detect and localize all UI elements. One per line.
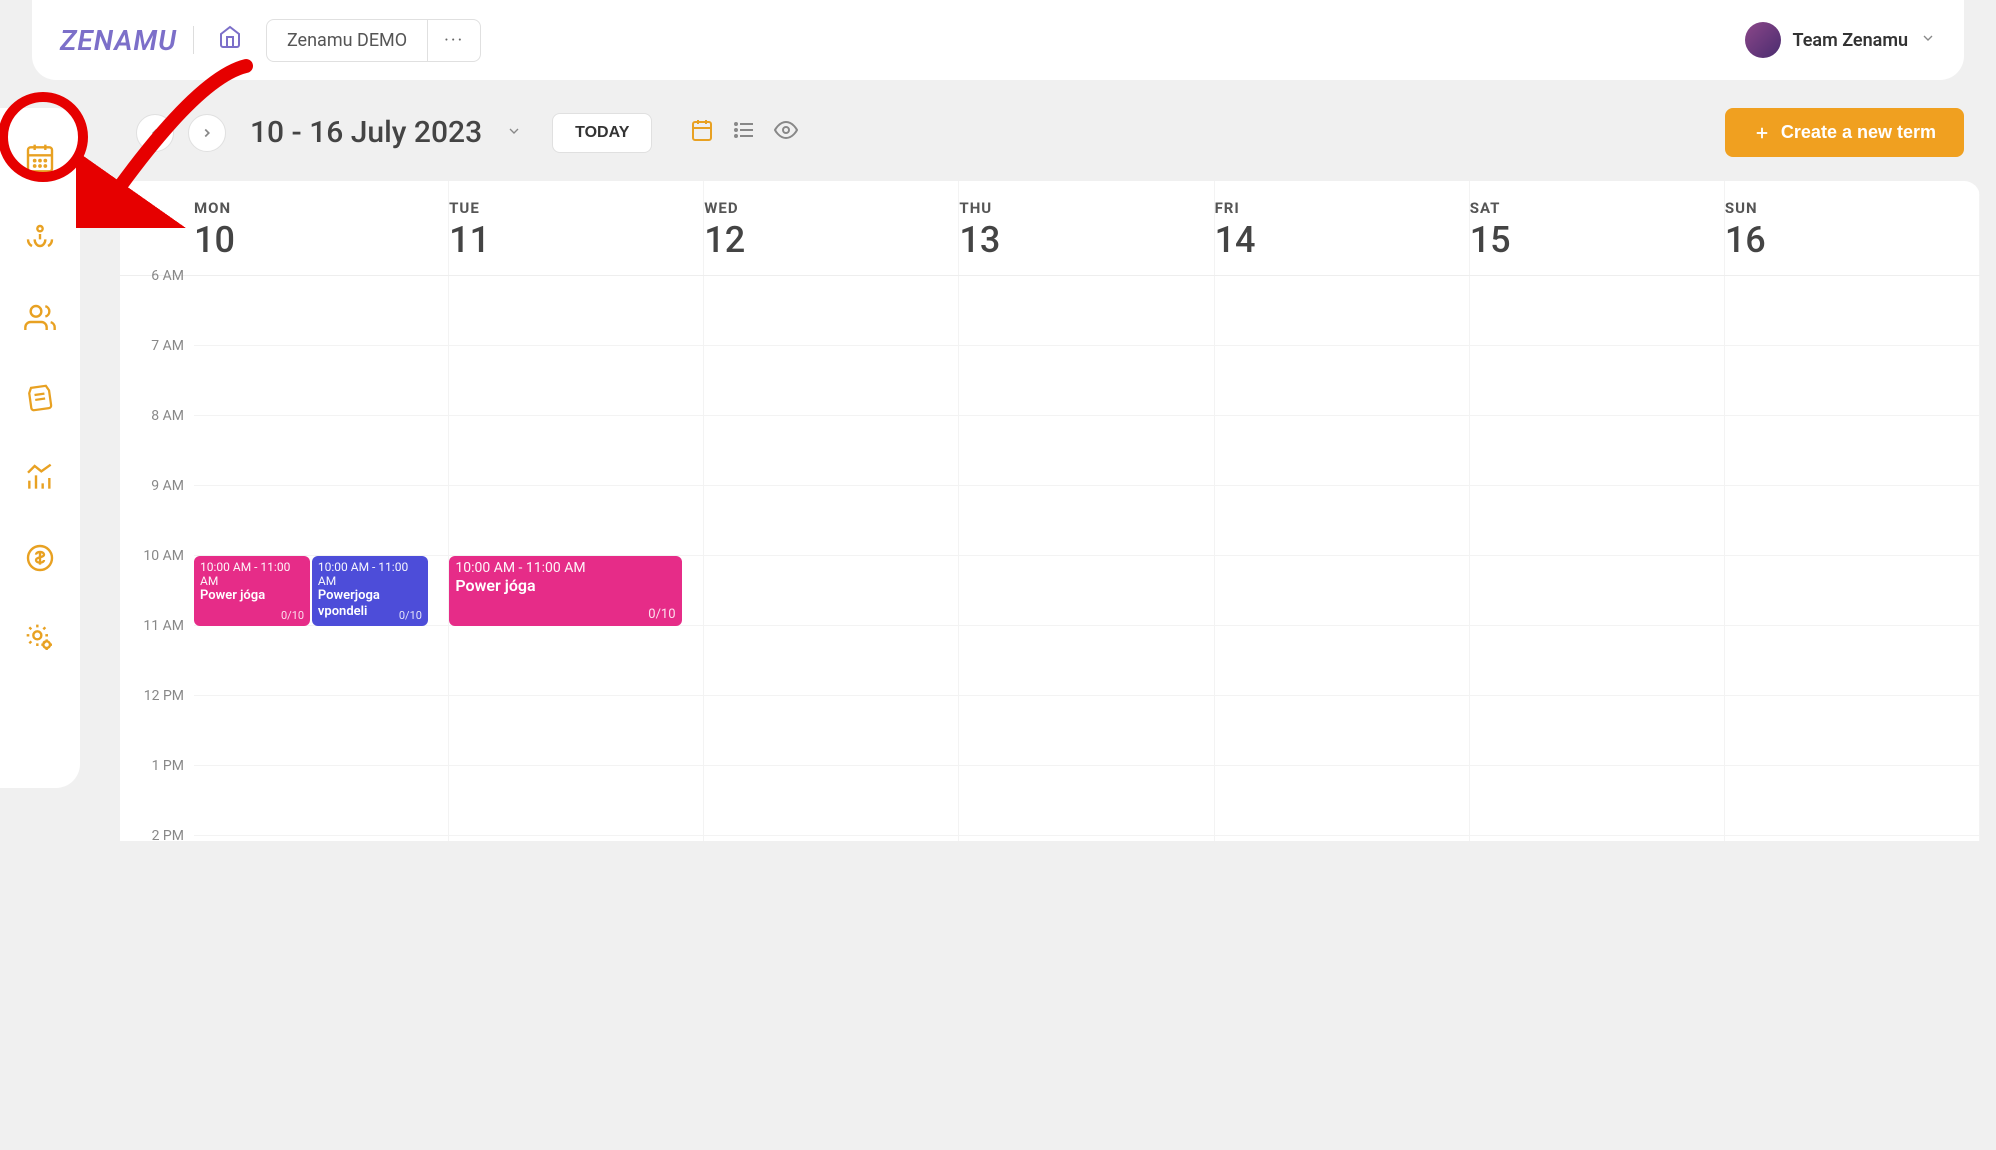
more-icon[interactable]: ··· — [427, 20, 480, 61]
list-view-icon — [732, 118, 756, 142]
date-range: 10 - 16 July 2023 — [250, 115, 482, 150]
calendar-event[interactable]: 10:00 AM - 11:00 AM Power jóga 0/10 — [194, 556, 310, 626]
day-header-sat[interactable]: SAT15 — [1470, 181, 1725, 275]
time-label: 10 AM — [120, 548, 194, 618]
next-week-button[interactable] — [188, 114, 226, 152]
time-label: 7 AM — [120, 338, 194, 408]
prev-week-button[interactable] — [136, 114, 174, 152]
toolbar-left: 10 - 16 July 2023 TODAY — [136, 113, 798, 153]
chevron-right-icon — [200, 126, 214, 140]
event-capacity: 0/10 — [399, 609, 422, 622]
event-capacity: 0/10 — [281, 609, 304, 622]
time-label: 2 PM — [120, 828, 194, 841]
chart-icon — [24, 462, 56, 494]
day-header-fri[interactable]: FRI14 — [1215, 181, 1470, 275]
calendar-icon — [24, 142, 56, 174]
calendar-event[interactable]: 10:00 AM - 11:00 AM Powerjoga vpondeli 0… — [312, 556, 428, 626]
calendar-toolbar: 10 - 16 July 2023 TODAY Create a new ter… — [120, 108, 1980, 157]
user-name: Team Zenamu — [1793, 30, 1909, 51]
event-time: 10:00 AM - 11:00 AM — [455, 560, 675, 576]
eye-icon — [774, 118, 798, 142]
workspace-selector[interactable]: Zenamu DEMO ··· — [266, 19, 481, 62]
notes-icon — [25, 383, 55, 413]
user-menu[interactable]: Team Zenamu — [1745, 22, 1937, 58]
time-label: 8 AM — [120, 408, 194, 478]
visibility-button[interactable] — [774, 118, 798, 148]
event-title: Power jóga — [200, 588, 304, 604]
dollar-sync-icon — [24, 542, 56, 574]
header: ZENAMU Zenamu DEMO ··· Team Zenamu — [32, 0, 1964, 80]
day-col[interactable] — [704, 276, 959, 841]
event-time: 10:00 AM - 11:00 AM — [318, 560, 422, 588]
time-label: 11 AM — [120, 618, 194, 688]
create-term-button[interactable]: Create a new term — [1725, 108, 1964, 157]
day-header-mon[interactable]: MON10 — [194, 181, 449, 275]
today-button[interactable]: TODAY — [552, 113, 652, 153]
day-col[interactable] — [1725, 276, 1980, 841]
event-title: Power jóga — [455, 576, 675, 595]
create-term-label: Create a new term — [1781, 122, 1936, 143]
home-icon[interactable] — [210, 25, 250, 55]
day-header-thu[interactable]: THU13 — [959, 181, 1214, 275]
sidebar-item-stats[interactable] — [20, 458, 60, 498]
calendar-view-button[interactable] — [690, 118, 714, 148]
gear-icon — [24, 622, 56, 654]
calendar-header-row: MON10 TUE11 WED12 THU13 FRI14 SAT15 SUN1… — [120, 181, 1980, 276]
time-label: 6 AM — [120, 268, 194, 338]
time-label: 12 PM — [120, 688, 194, 758]
time-label: 1 PM — [120, 758, 194, 828]
chevron-down-icon — [1920, 30, 1936, 50]
time-label: 9 AM — [120, 478, 194, 548]
chevron-left-icon — [148, 126, 162, 140]
app-logo[interactable]: ZENAMU — [60, 24, 177, 57]
avatar — [1745, 22, 1781, 58]
event-time: 10:00 AM - 11:00 AM — [200, 560, 304, 588]
sidebar-item-payments[interactable] — [20, 538, 60, 578]
day-header-sun[interactable]: SUN16 — [1725, 181, 1980, 275]
sidebar — [0, 108, 80, 788]
sidebar-item-yoga[interactable] — [20, 218, 60, 258]
plus-icon — [1753, 124, 1771, 142]
view-switcher — [690, 118, 798, 148]
sidebar-item-calendar[interactable] — [20, 138, 60, 178]
day-col[interactable] — [1470, 276, 1725, 841]
calendar: MON10 TUE11 WED12 THU13 FRI14 SAT15 SUN1… — [120, 181, 1980, 841]
day-columns: 10:00 AM - 11:00 AM Power jóga 0/10 10:0… — [194, 276, 1980, 841]
sidebar-item-clients[interactable] — [20, 298, 60, 338]
day-col[interactable] — [959, 276, 1214, 841]
event-capacity: 0/10 — [648, 607, 675, 622]
people-icon — [24, 302, 56, 334]
day-header-tue[interactable]: TUE11 — [449, 181, 704, 275]
calendar-event[interactable]: 10:00 AM - 11:00 AM Power jóga 0/10 — [449, 556, 681, 626]
sidebar-item-notes[interactable] — [20, 378, 60, 418]
time-col-header — [120, 181, 194, 275]
list-view-button[interactable] — [732, 118, 756, 148]
header-left: ZENAMU Zenamu DEMO ··· — [60, 19, 481, 62]
chevron-down-icon — [506, 123, 522, 139]
workspace-name: Zenamu DEMO — [267, 20, 427, 61]
divider — [193, 26, 194, 54]
day-col[interactable] — [1215, 276, 1470, 841]
calendar-view-icon — [690, 118, 714, 142]
date-dropdown[interactable] — [506, 123, 522, 143]
calendar-body: 6 AM 7 AM 8 AM 9 AM 10 AM 11 AM 12 PM 1 … — [120, 276, 1980, 841]
time-labels: 6 AM 7 AM 8 AM 9 AM 10 AM 11 AM 12 PM 1 … — [120, 276, 194, 841]
yoga-icon — [24, 222, 56, 254]
sidebar-item-settings[interactable] — [20, 618, 60, 658]
day-header-wed[interactable]: WED12 — [704, 181, 959, 275]
